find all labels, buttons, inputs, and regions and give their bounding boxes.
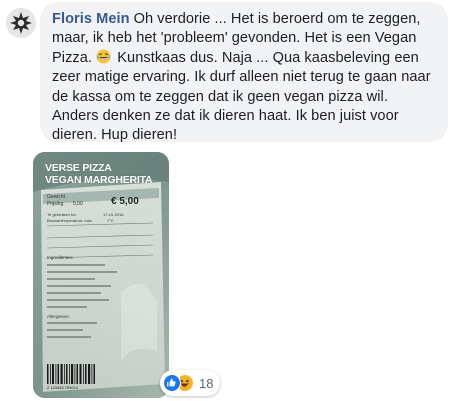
- package-barcode-digits: 2 123456 789012: [47, 385, 79, 390]
- package-unit-price-label: Prijs/kg: [47, 201, 64, 207]
- package-ingredients-label: Ingrediënten:: [47, 255, 74, 260]
- pizza-package-photo: [33, 152, 169, 398]
- package-storage-label: Bewaartemperatuur: max: [47, 218, 92, 223]
- comment-text: Floris Mein Oh verdorie ... Het is beroer…: [52, 10, 436, 146]
- like-icon: [163, 374, 181, 392]
- package-unit-price: 5,00: [73, 201, 83, 207]
- package-title-line2: VEGAN MARGHERITA: [45, 174, 153, 186]
- package-storage-temp: 7°C: [107, 218, 114, 223]
- reaction-count: 18: [199, 375, 214, 391]
- comment-bubble: Floris Mein Oh verdorie ... Het is beroer…: [40, 2, 448, 143]
- laughing-emoji-icon: [96, 49, 111, 64]
- package-price: € 5,00: [111, 196, 139, 207]
- package-weight-label: Gewicht: [47, 194, 66, 200]
- avatar[interactable]: [6, 8, 36, 38]
- avatar-image: [6, 8, 36, 38]
- package-use-by-date: 17-10-2018: [103, 212, 124, 217]
- reactions-summary[interactable]: 18: [160, 370, 220, 396]
- package-title-line1: VERSE PIZZA: [45, 162, 112, 174]
- package-use-by-label: Te gebruiken tot:: [47, 212, 77, 217]
- attached-photo[interactable]: VERSE PIZZA VEGAN MARGHERITA Gewicht Pri…: [33, 152, 169, 398]
- package-allergens-label: Allergenen:: [47, 314, 70, 319]
- comment-author-link[interactable]: Floris Mein: [52, 11, 130, 27]
